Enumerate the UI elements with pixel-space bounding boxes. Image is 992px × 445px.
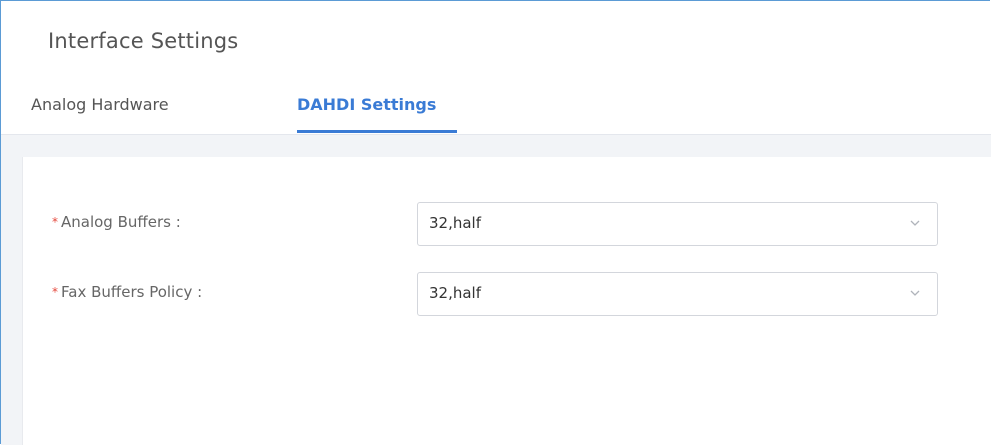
- chevron-down-icon: [910, 290, 920, 296]
- content-left-gutter: [1, 157, 22, 445]
- analog-buffers-label: * Analog Buffers :: [52, 213, 181, 231]
- tab-bar: Analog Hardware DAHDI Settings: [1, 89, 991, 135]
- dahdi-settings-form: * Analog Buffers : 32,half * Fax Buffers P…: [22, 157, 991, 445]
- fax-buffers-policy-label-text: Fax Buffers Policy :: [61, 283, 203, 301]
- active-tab-indicator: [297, 130, 457, 133]
- fax-buffers-policy-select[interactable]: 32,half: [417, 272, 938, 316]
- fax-buffers-policy-value: 32,half: [429, 284, 482, 302]
- analog-buffers-label-text: Analog Buffers :: [61, 213, 181, 231]
- chevron-down-icon: [910, 220, 920, 226]
- required-marker: *: [52, 285, 58, 299]
- form-row-analog-buffers: * Analog Buffers : 32,half: [23, 202, 992, 246]
- interface-settings-panel: Interface Settings Analog Hardware DAHDI…: [0, 0, 991, 445]
- page-title: Interface Settings: [48, 29, 239, 53]
- tab-analog-hardware[interactable]: Analog Hardware: [31, 95, 169, 114]
- content-top-divider: [1, 135, 991, 157]
- required-marker: *: [52, 215, 58, 229]
- tab-dahdi-settings[interactable]: DAHDI Settings: [297, 95, 436, 114]
- fax-buffers-policy-label: * Fax Buffers Policy :: [52, 283, 202, 301]
- form-row-fax-buffers-policy: * Fax Buffers Policy : 32,half: [23, 272, 992, 316]
- analog-buffers-value: 32,half: [429, 214, 482, 232]
- analog-buffers-select[interactable]: 32,half: [417, 202, 938, 246]
